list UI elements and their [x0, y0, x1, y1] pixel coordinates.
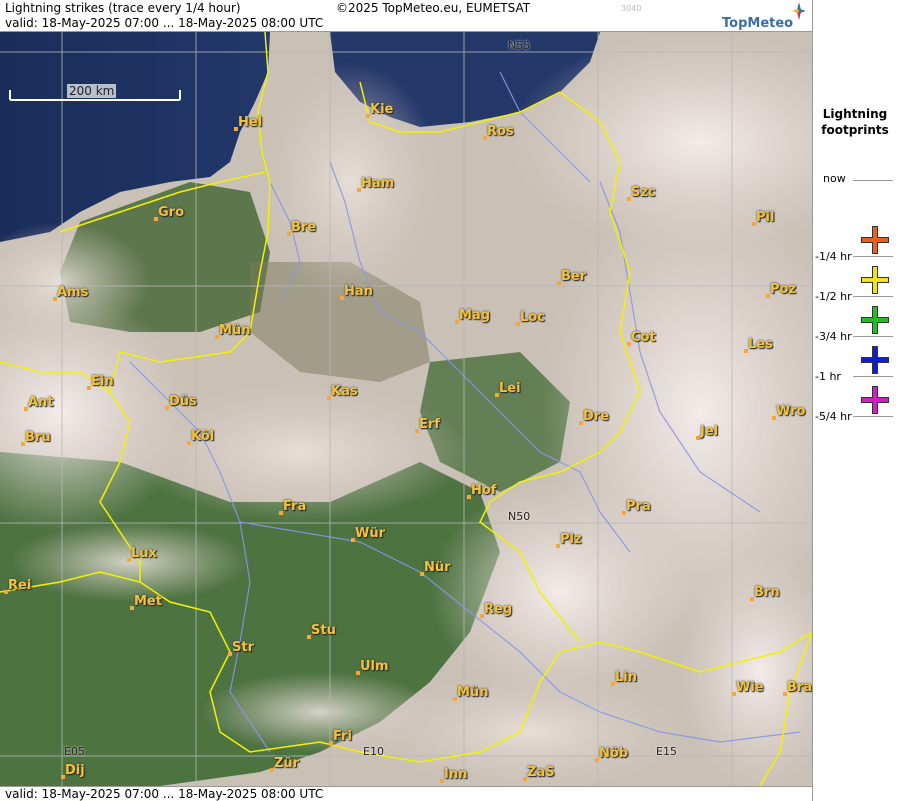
city-label: Mün [219, 323, 251, 338]
city-label: Kas [331, 384, 358, 399]
city-label: Les [748, 337, 773, 352]
city-label: Dij [65, 763, 85, 778]
city-label: Brn [754, 585, 780, 600]
city-label: Lux [131, 546, 157, 561]
city-label: Erf [419, 417, 440, 432]
city-label: Lin [615, 670, 637, 685]
legend-title: Lightning footprints [821, 107, 889, 137]
city-label: Met [134, 594, 162, 609]
city-label: Köl [191, 429, 215, 444]
city-label: Ams [57, 285, 89, 300]
city-label: Lei [499, 381, 521, 396]
chart-title: Lightning strikes (trace every 1/4 hour) [5, 1, 241, 15]
satellite-map[interactable]: 200 km N55 N50 E05 E10 E15 Hel Kie Ros Ham S… [0, 32, 812, 786]
legend-divider [853, 416, 893, 417]
lightning-cross-icon [861, 386, 889, 414]
city-label: Wro [776, 404, 806, 419]
grid-label-e05: E05 [64, 745, 85, 758]
city-label: Szc [631, 185, 656, 200]
legend-label: -5/4 hr [815, 410, 852, 423]
legend-item: -1/2 hr [813, 252, 904, 303]
valid-time-bottom: valid: 18-May-2025 07:00 ... 18-May-2025… [5, 787, 324, 801]
city-label: Cot [631, 330, 656, 345]
city-label: Bru [25, 430, 51, 445]
city-label: Str [232, 640, 254, 655]
product-code: 3040 [621, 4, 642, 13]
legend-item: -3/4 hr [813, 292, 904, 343]
grid-label-e15: E15 [656, 745, 677, 758]
grid-label-e10: E10 [363, 745, 384, 758]
city-label: Ant [28, 395, 54, 410]
city-label: ZaS [527, 765, 555, 780]
compass-star-icon [792, 2, 806, 24]
grid-label-n55: N55 [508, 39, 531, 52]
city-label: Fri [333, 729, 352, 744]
city-label: Ulm [360, 659, 389, 674]
footer-bar: valid: 18-May-2025 07:00 ... 18-May-2025… [0, 786, 812, 801]
legend-panel: Lightning footprints now -1/4 hr -1/2 hr -3… [812, 0, 904, 801]
city-label: Poz [770, 282, 797, 297]
legend-item: -1 hr [813, 332, 904, 383]
city-label: Ros [487, 124, 514, 139]
city-label: Pil [756, 210, 775, 225]
city-label: Gro [158, 205, 185, 220]
grid-label-n50: N50 [508, 510, 531, 523]
city-label: Düs [169, 394, 197, 409]
city-label: Bre [291, 220, 317, 235]
city-label: Loc [520, 310, 545, 325]
legend-divider [853, 180, 893, 181]
city-label: Plz [560, 532, 582, 547]
city-label: Zür [274, 756, 300, 771]
logo-text: TopMeteo [722, 16, 794, 31]
city-label: Mag [459, 308, 491, 323]
city-label: Fra [283, 499, 307, 514]
city-label: Wür [355, 526, 386, 541]
map-canvas [0, 32, 812, 786]
city-label: Ber [561, 269, 587, 284]
legend-label: now [823, 172, 846, 185]
header-bar: Lightning strikes (trace every 1/4 hour)… [0, 0, 812, 32]
city-label: Nür [424, 560, 451, 575]
city-label: Jel [700, 424, 719, 439]
cloud [430, 482, 690, 702]
city-label: Ein [91, 374, 114, 389]
cloud [260, 62, 440, 302]
city-label: Kie [370, 102, 394, 117]
city-label: Han [344, 284, 373, 299]
legend-item: -1/4 hr [813, 212, 904, 263]
city-label: Stu [311, 623, 336, 638]
city-label: Rei [8, 578, 32, 593]
city-label: Pra [626, 499, 651, 514]
city-label: Reg [484, 602, 513, 617]
legend-item: -5/4 hr [813, 372, 904, 423]
topmeteo-logo[interactable]: TopMeteo [720, 2, 810, 32]
city-label: Wie [736, 680, 764, 695]
city-label: Ham [361, 176, 395, 191]
valid-time-top: valid: 18-May-2025 07:00 ... 18-May-2025… [5, 16, 324, 30]
city-label: Hof [471, 483, 497, 498]
scale-label: 200 km [67, 84, 117, 98]
cloud [10, 522, 250, 602]
city-label: Hel [238, 115, 263, 130]
city-label: Dre [583, 409, 610, 424]
copyright: ©2025 TopMeteo.eu, EUMETSAT [336, 1, 531, 15]
city-label: Mün [457, 685, 489, 700]
city-label: Inn [444, 767, 468, 782]
city-label: Bra [787, 680, 812, 695]
legend-item: now [813, 172, 904, 212]
cloud [200, 672, 440, 752]
city-label: Nöb [599, 746, 629, 761]
